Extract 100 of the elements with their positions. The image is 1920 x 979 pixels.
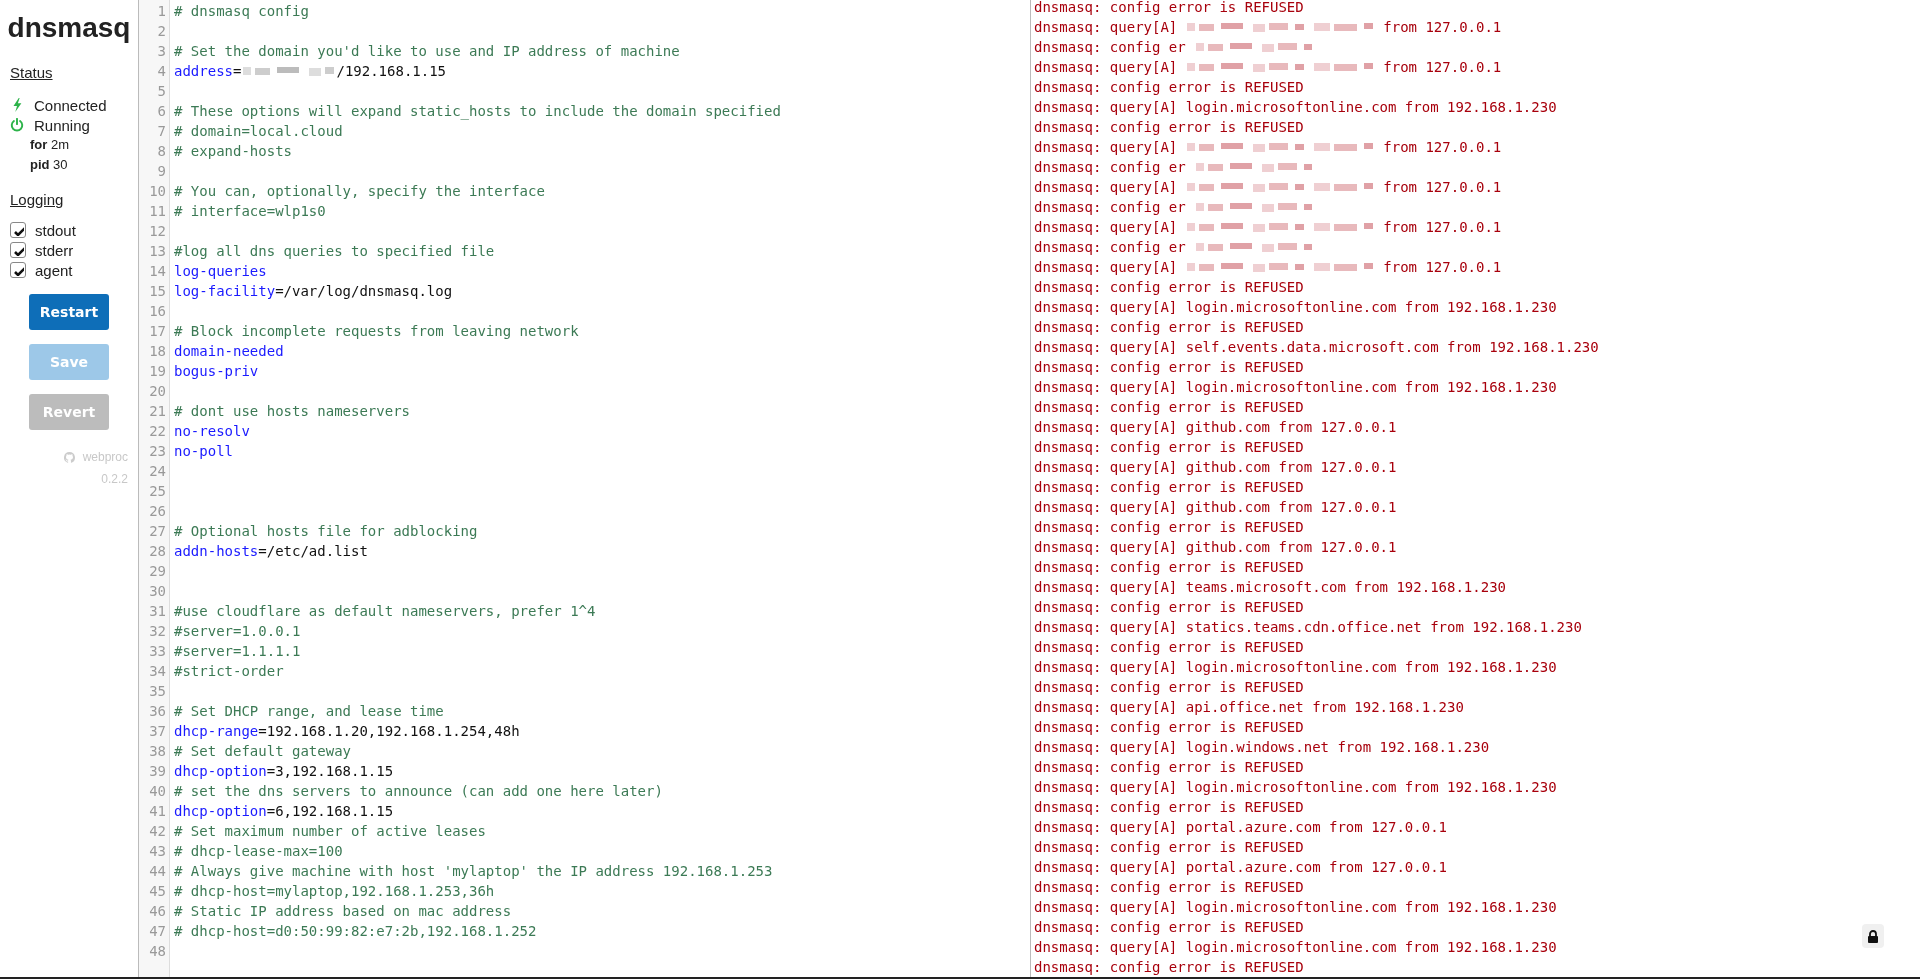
status-text: Connected xyxy=(34,96,107,114)
log-text: dnsmasq: query[A] xyxy=(1034,58,1178,77)
config-value: =/etc/ad.list xyxy=(258,542,368,561)
line-number: 11 xyxy=(148,202,167,221)
log-text: dnsmasq: config error is REFUSED xyxy=(1034,278,1304,297)
checkbox-label: stdout xyxy=(35,221,76,239)
log-text: dnsmasq: config error is REFUSED xyxy=(1034,838,1304,857)
code-comment: # dnsmasq config xyxy=(174,2,309,21)
line-number: 42 xyxy=(148,822,167,841)
code-comment: # expand-hosts xyxy=(174,142,292,161)
line-number: 31 xyxy=(148,602,167,621)
log-text: dnsmasq: query[A] login.microsoftonline.com from 192.168.1.230 xyxy=(1034,938,1557,957)
log-text: dnsmasq: config error is REFUSED xyxy=(1034,478,1304,497)
line-number: 9 xyxy=(156,162,167,181)
code-comment: # set the dns servers to announce (can add one here later) xyxy=(174,782,663,801)
log-text: dnsmasq: config error is REFUSED xyxy=(1034,318,1304,337)
log-text: dnsmasq: query[A] login.microsoftonline.com from 192.168.1.230 xyxy=(1034,378,1557,397)
line-number: 21 xyxy=(148,402,167,421)
line-number: 22 xyxy=(148,422,167,441)
code-comment: # Always give machine with host 'mylaptop' the IP address 192.168.1.253 xyxy=(174,862,773,881)
line-number: 38 xyxy=(148,742,167,761)
log-text: dnsmasq: query[A] xyxy=(1034,18,1178,37)
log-text: dnsmasq: query[A] statics.teams.cdn.office.net from 192.168.1.230 xyxy=(1034,618,1582,637)
log-text: dnsmasq: config error is REFUSED xyxy=(1034,78,1304,97)
section-heading: Logging xyxy=(10,191,65,208)
action-button[interactable]: Restart xyxy=(29,294,109,330)
line-number: 10 xyxy=(148,182,167,201)
config-value: =3,192.168.1.15 xyxy=(266,762,394,781)
github-icon xyxy=(63,451,75,463)
log-text: dnsmasq: config error is REFUSED xyxy=(1034,718,1304,737)
log-text: dnsmasq: config error is REFUSED xyxy=(1034,518,1304,537)
line-number: 34 xyxy=(148,662,167,681)
log-text: dnsmasq: query[A] github.com from 127.0.0.1 xyxy=(1034,458,1397,477)
lock-button[interactable] xyxy=(1862,924,1884,948)
line-number: 43 xyxy=(148,842,167,861)
code-comment: # dhcp-host=mylaptop,192.168.1.253,36h xyxy=(174,882,495,901)
log-text: dnsmasq: query[A] xyxy=(1034,138,1178,157)
log-text: dnsmasq: query[A] github.com from 127.0.0.1 xyxy=(1034,498,1397,517)
checkbox[interactable] xyxy=(10,262,26,278)
log-text: dnsmasq: config error is REFUSED xyxy=(1034,0,1304,17)
config-key: addn-hosts xyxy=(174,541,259,561)
log-text: dnsmasq: query[A] login.microsoftonline.com from 192.168.1.230 xyxy=(1034,658,1557,677)
status-detail: for 2m xyxy=(29,136,70,154)
config-value: =6,192.168.1.15 xyxy=(266,802,394,821)
log-text: dnsmasq: query[A] portal.azure.com from 127.0.0.1 xyxy=(1034,818,1447,837)
log-text: from 127.0.0.1 xyxy=(1383,58,1502,77)
code-comment: # Set the domain you'd like to use and IP address of machine xyxy=(174,42,680,61)
checkbox-label: agent xyxy=(35,261,73,279)
power-icon xyxy=(10,118,24,132)
config-key: dhcp-range xyxy=(174,721,259,741)
line-number: 4 xyxy=(156,62,167,81)
log-text: dnsmasq: config er xyxy=(1034,198,1186,217)
line-number: 24 xyxy=(148,462,167,481)
log-text: dnsmasq: query[A] login.microsoftonline.com from 192.168.1.230 xyxy=(1034,898,1557,917)
line-number: 25 xyxy=(148,482,167,501)
log-text: dnsmasq: config error is REFUSED xyxy=(1034,878,1304,897)
checkbox[interactable] xyxy=(10,242,26,258)
code-comment: # You can, optionally, specify the interface xyxy=(174,182,545,201)
code-comment: # Block incomplete requests from leaving network xyxy=(174,322,579,341)
line-number: 41 xyxy=(148,802,167,821)
line-number: 48 xyxy=(148,942,167,961)
status-detail: pid 30 xyxy=(29,156,69,174)
config-value: =/var/log/dnsmasq.log xyxy=(275,282,453,301)
code-comment: # dhcp-host=d0:50:99:82:e7:2b,192.168.1.252 xyxy=(174,922,537,941)
line-number: 44 xyxy=(148,862,167,881)
code-comment: # These options will expand static_hosts to include the domain specified xyxy=(174,102,781,121)
line-number: 45 xyxy=(148,882,167,901)
code-comment: #log all dns queries to specified file xyxy=(174,242,495,261)
line-number: 1 xyxy=(156,2,167,21)
log-text: dnsmasq: query[A] login.microsoftonline.com from 192.168.1.230 xyxy=(1034,298,1557,317)
log-text: dnsmasq: query[A] portal.azure.com from 127.0.0.1 xyxy=(1034,858,1447,877)
log-text: dnsmasq: query[A] xyxy=(1034,178,1178,197)
line-number: 8 xyxy=(156,142,167,161)
log-text: dnsmasq: config error is REFUSED xyxy=(1034,558,1304,577)
log-text: dnsmasq: config error is REFUSED xyxy=(1034,358,1304,377)
checkbox-label: stderr xyxy=(35,241,74,259)
log-text: dnsmasq: config error is REFUSED xyxy=(1034,918,1304,937)
log-text: dnsmasq: query[A] xyxy=(1034,258,1178,277)
code-comment: #strict-order xyxy=(174,662,284,681)
checkbox[interactable] xyxy=(10,222,26,238)
log-text: from 127.0.0.1 xyxy=(1383,18,1502,37)
config-value: /192.168.1.15 xyxy=(336,62,447,81)
log-text: dnsmasq: query[A] api.office.net from 192.168.1.230 xyxy=(1034,698,1464,717)
log-text: dnsmasq: config error is REFUSED xyxy=(1034,598,1304,617)
app-title: dnsmasq xyxy=(7,11,131,45)
line-number: 2 xyxy=(156,22,167,41)
line-number: 40 xyxy=(148,782,167,801)
config-key: log-facility xyxy=(174,281,276,301)
line-number: 47 xyxy=(148,922,167,941)
log-text: dnsmasq: query[A] login.windows.net from 192.168.1.230 xyxy=(1034,738,1490,757)
config-key: no-resolv xyxy=(174,421,250,441)
code-comment: # Optional hosts file for adblocking xyxy=(174,522,478,541)
code-comment: # Set default gateway xyxy=(174,742,351,761)
config-key: bogus-priv xyxy=(174,361,259,381)
line-number: 37 xyxy=(148,722,167,741)
log-text: dnsmasq: query[A] github.com from 127.0.0.1 xyxy=(1034,418,1397,437)
line-number: 17 xyxy=(148,322,167,341)
code-comment: #server=1.1.1.1 xyxy=(174,642,301,661)
line-number: 18 xyxy=(148,342,167,361)
line-number: 32 xyxy=(148,622,167,641)
